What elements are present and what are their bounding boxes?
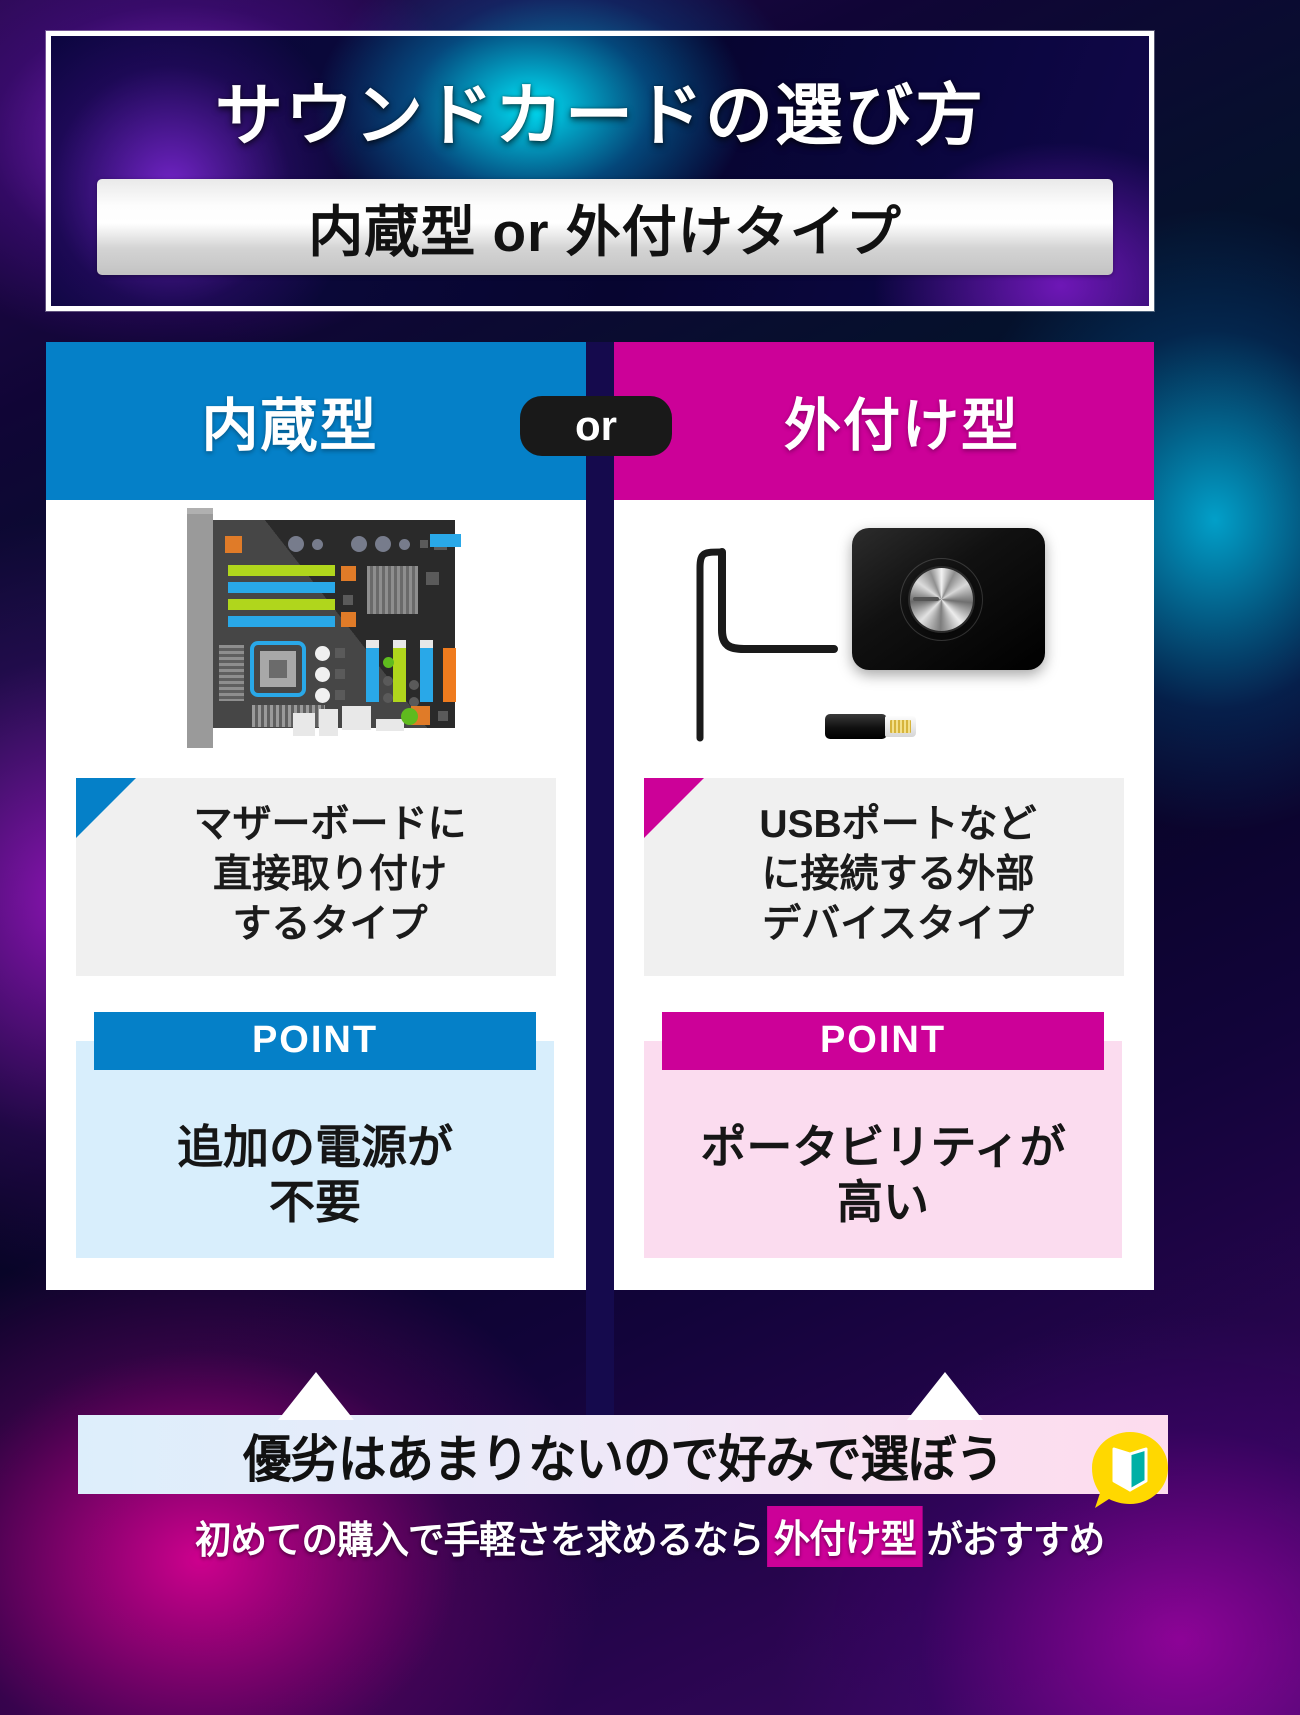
- point-line: 不要: [269, 1176, 361, 1229]
- point-body-external: ポータビリティが 高い: [644, 1040, 1122, 1258]
- cable-path-icon: [696, 548, 838, 742]
- header-subtitle: 内蔵型 or 外付けタイプ: [308, 201, 902, 263]
- desc-line: USBポートなど: [759, 803, 1037, 846]
- page-title: サウンドカードの選び方: [214, 78, 985, 154]
- column-divider: [586, 342, 614, 1420]
- footer-note: 初めての購入で手軽さを求めるなら 外付け型 がおすすめ: [60, 1500, 1240, 1572]
- column-internal: 内蔵型 マザーボードに 直接取り付け するタイプ 追加の電源が 不要 POINT: [46, 342, 586, 1290]
- footer-note-after: がおすすめ: [926, 1519, 1106, 1562]
- desc-line: デバイスタイプ: [762, 902, 1034, 946]
- column-heading-label: 内蔵型: [201, 394, 379, 458]
- point-text-internal: 追加の電源が 不要: [177, 1120, 453, 1230]
- desc-line: マザーボードに: [193, 803, 467, 846]
- card-bracket: [187, 508, 213, 748]
- description-box-external: USBポートなど に接続する外部 デバイスタイプ: [644, 778, 1124, 976]
- dac-volume-knob: [910, 568, 973, 631]
- dac-body: [852, 528, 1045, 670]
- footer-note-text: 初めての購入で手軽さを求めるなら 外付け型 がおすすめ: [195, 1505, 1106, 1567]
- point-line: 高い: [837, 1176, 929, 1229]
- point-line: ポータビリティが: [700, 1121, 1066, 1174]
- point-text-external: ポータビリティが 高い: [700, 1120, 1065, 1230]
- header-frame: サウンドカードの選び方 内蔵型 or 外付けタイプ: [46, 31, 1154, 311]
- column-body-internal: マザーボードに 直接取り付け するタイプ 追加の電源が 不要 POINT: [46, 500, 586, 1290]
- footer-note-highlight: 外付け型: [767, 1505, 924, 1567]
- point-header-internal: POINT: [94, 1011, 536, 1070]
- notch-left-icon: [278, 1372, 354, 1420]
- desc-line: するタイプ: [232, 902, 428, 946]
- corner-triangle-icon: [76, 778, 136, 838]
- footer-banner-text: 優劣はあまりないので好みで選ぼう: [242, 1430, 1004, 1488]
- desc-line: 直接取り付け: [212, 852, 447, 896]
- point-body-internal: 追加の電源が 不要: [76, 1040, 554, 1258]
- column-body-external: USBポートなど に接続する外部 デバイスタイプ ポータビリティが 高い POI…: [614, 500, 1154, 1290]
- footer-banner: 優劣はあまりないので好みで選ぼう: [78, 1415, 1168, 1494]
- or-badge: or: [520, 396, 672, 456]
- lightning-connector-icon: [885, 716, 916, 737]
- column-heading-label: 外付け型: [784, 394, 1020, 458]
- column-external: 外付け型 USBポートなど に接続する外部 デバイスタイプ ポータビリティが 高…: [614, 342, 1154, 1290]
- external-usb-dac-image: [614, 500, 1154, 778]
- column-heading-internal: 内蔵型: [46, 342, 586, 533]
- connector-body: [825, 714, 887, 739]
- header-subtitle-bar: 内蔵型 or 外付けタイプ: [97, 179, 1113, 275]
- column-heading-external: 外付け型: [614, 342, 1154, 533]
- internal-sound-card-image: [46, 500, 586, 778]
- description-box-internal: マザーボードに 直接取り付け するタイプ: [76, 778, 556, 976]
- description-text-external: USBポートなど に接続する外部 デバイスタイプ: [759, 800, 1036, 950]
- desc-line: に接続する外部: [761, 852, 1035, 896]
- notch-right-icon: [907, 1372, 983, 1420]
- corner-triangle-icon: [644, 778, 704, 838]
- card-bracket-top: [187, 508, 213, 514]
- footer-note-before: 初めての購入で手軽さを求めるなら: [195, 1519, 764, 1562]
- point-label: POINT: [819, 1019, 947, 1062]
- or-badge-label: or: [575, 402, 617, 449]
- description-text-internal: マザーボードに 直接取り付け するタイプ: [193, 800, 466, 950]
- book-speech-bubble-icon: [1092, 1432, 1168, 1508]
- point-line: 追加の電源が: [177, 1121, 453, 1174]
- point-header-external: POINT: [662, 1011, 1104, 1070]
- point-label: POINT: [251, 1019, 379, 1062]
